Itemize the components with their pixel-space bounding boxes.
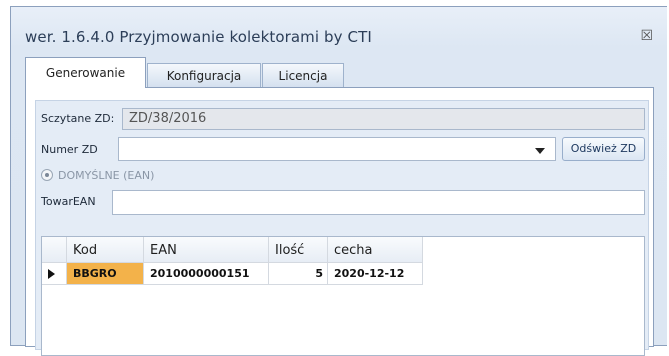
read-zd-label: Sczytane ZD: xyxy=(41,112,115,125)
read-zd-value: ZD/38/2016 xyxy=(129,111,207,126)
read-zd-field: ZD/38/2016 xyxy=(122,108,645,130)
column-header-kod[interactable]: Kod xyxy=(67,237,144,263)
column-header-ilosc[interactable]: Ilość xyxy=(269,237,328,263)
close-icon[interactable]: ☒ xyxy=(640,28,653,44)
radio-dot-icon xyxy=(45,173,49,177)
column-header-cecha[interactable]: cecha xyxy=(328,237,423,263)
cell-ilosc[interactable]: 5 xyxy=(269,263,328,285)
numer-zd-label: Numer ZD xyxy=(41,143,98,156)
tab-konfiguracja[interactable]: Konfiguracja xyxy=(147,63,261,87)
cell-kod[interactable]: BBGRO xyxy=(67,263,144,285)
row-indicator[interactable] xyxy=(42,263,67,285)
mode-radio-label: DOMYŚLNE (EAN) xyxy=(58,169,155,182)
row-pointer-icon xyxy=(48,269,55,279)
cell-cecha[interactable]: 2020-12-12 xyxy=(328,263,423,285)
column-header-ean[interactable]: EAN xyxy=(144,237,269,263)
grid-corner xyxy=(42,237,67,263)
mode-radio[interactable] xyxy=(41,169,53,181)
numer-zd-select[interactable] xyxy=(118,137,556,161)
app-window: wer. 1.6.4.0 Przyjmowanie kolektorami by… xyxy=(10,6,667,356)
window-title: wer. 1.6.4.0 Przyjmowanie kolektorami by… xyxy=(25,28,372,46)
chevron-down-icon[interactable] xyxy=(535,148,545,154)
towar-ean-input[interactable] xyxy=(112,190,645,215)
towar-ean-label: TowarEAN xyxy=(41,195,96,208)
tab-licencja[interactable]: Licencja xyxy=(262,63,344,87)
tab-panel-generowanie: Sczytane ZD: ZD/38/2016 Numer ZD Odśwież… xyxy=(25,87,654,356)
cell-ean[interactable]: 2010000000151 xyxy=(144,263,269,285)
form-area: Sczytane ZD: ZD/38/2016 Numer ZD Odśwież… xyxy=(35,100,649,356)
refresh-zd-button[interactable]: Odśwież ZD xyxy=(562,137,645,161)
tab-generowanie[interactable]: Generowanie xyxy=(25,57,146,88)
title-bar[interactable]: wer. 1.6.4.0 Przyjmowanie kolektorami by… xyxy=(11,7,667,51)
items-grid[interactable]: Kod EAN Ilość cecha BBGRO 2010000000151 … xyxy=(41,236,645,356)
